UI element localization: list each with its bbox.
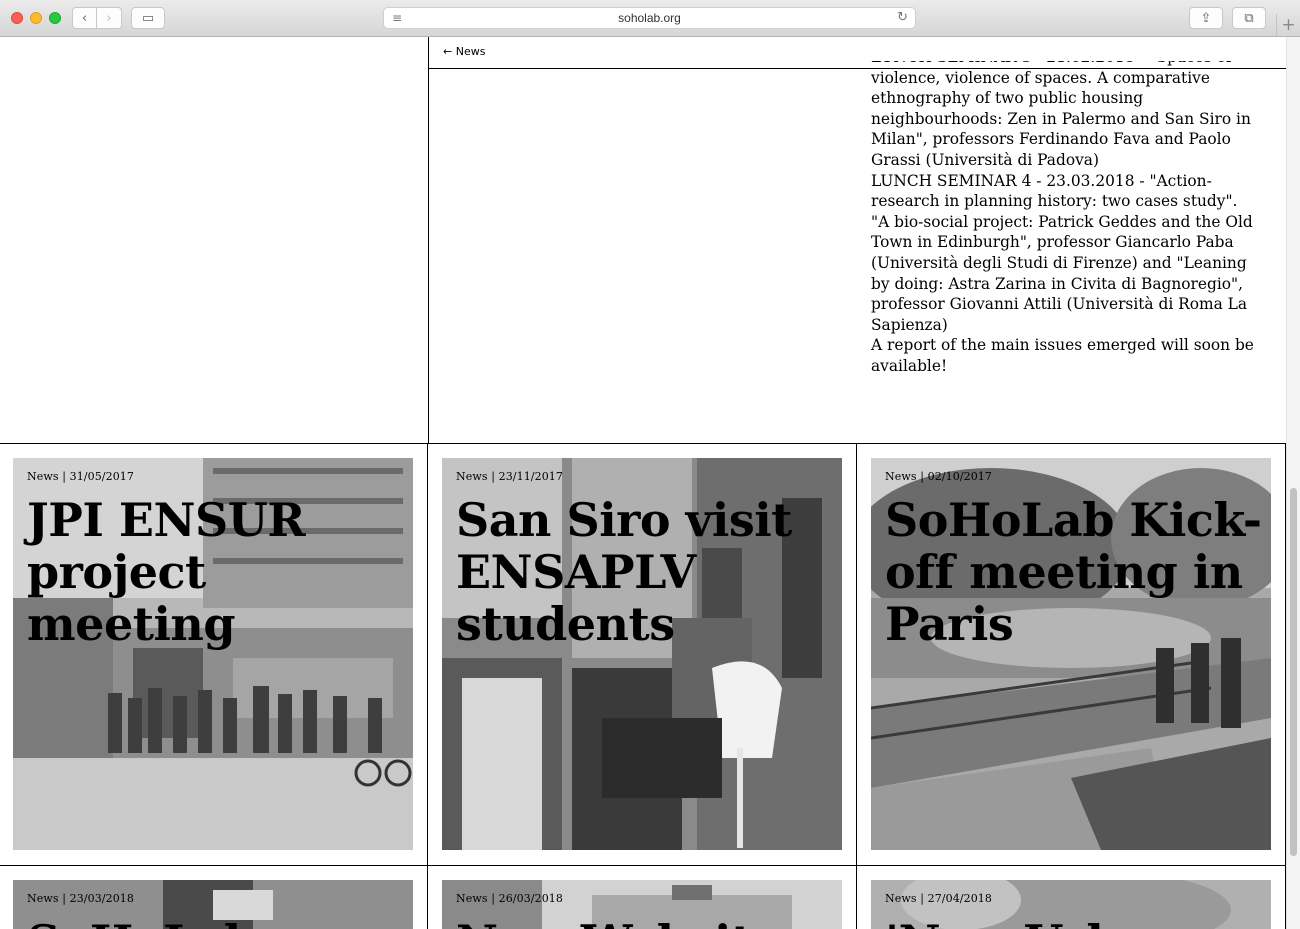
card-title[interactable]: New Website [456,916,836,929]
news-card-soholab[interactable]: News | 23/03/2018 SoHoLab [13,880,413,929]
divider [0,443,1286,444]
reload-icon[interactable]: ↻ [897,10,908,25]
card-meta: News | 31/05/2017 [27,470,134,483]
sidebar-toggle-button[interactable]: ▭ [131,7,165,29]
browser-toolbar: ‹ › ▭ ≡ soholab.org ↻ ⇪ ⧉ + [0,0,1300,37]
close-window-button[interactable] [11,12,23,24]
card-meta: News | 02/10/2017 [885,470,992,483]
url-text: soholab.org [618,11,681,25]
forward-button[interactable]: › [97,7,122,29]
back-to-news-link[interactable]: ← News [443,45,485,58]
scrollbar-thumb[interactable] [1290,488,1297,856]
card-title[interactable]: JPI ENSUR project meeting [27,494,407,650]
fullscreen-window-button[interactable] [49,12,61,24]
divider [428,37,429,443]
minimize-window-button[interactable] [30,12,42,24]
article-paragraph: A report of the main issues emerged will… [871,336,1254,375]
article-paragraph: LUNCH SEMINAR 3 - 21.02.2018 - "Spaces o… [871,61,1251,169]
show-tabs-button[interactable]: ⧉ [1232,7,1266,29]
new-tab-button[interactable]: + [1276,14,1300,36]
card-meta: News | 27/04/2018 [885,892,992,905]
share-button[interactable]: ⇪ [1189,7,1223,29]
article-body: LUNCH SEMINAR 3 - 21.02.2018 - "Spaces o… [871,61,1266,417]
card-title[interactable]: 'New Urban [885,916,1265,929]
reader-icon[interactable]: ≡ [392,11,402,25]
card-meta: News | 23/11/2017 [456,470,563,483]
sidebar-icon: ▭ [141,10,155,26]
article-paragraph: "A bio-social project: Patrick Geddes an… [871,212,1253,334]
divider [0,865,1286,866]
back-button[interactable]: ‹ [72,7,97,29]
card-title[interactable]: SoHoLab Kick-off meeting in Paris [885,494,1265,650]
news-card-new-urban[interactable]: News | 27/04/2018 'New Urban [871,880,1271,929]
news-card-san-siro-visit[interactable]: News | 23/11/2017 San Siro visit ENSAPLV… [442,458,842,850]
card-title[interactable]: San Siro visit ENSAPLV students [456,494,836,650]
divider [856,443,857,929]
article-paragraph: LUNCH SEMINAR 4 - 23.03.2018 - "Action-r… [871,171,1238,211]
address-bar[interactable]: ≡ soholab.org ↻ [383,7,916,29]
tabs-icon: ⧉ [1244,10,1254,26]
card-title[interactable]: SoHoLab [27,916,407,929]
page-content: ← News LUNCH SEMINAR 3 - 21.02.2018 - "S… [0,37,1286,929]
divider [427,443,428,929]
plus-icon: + [1281,15,1296,35]
news-card-soholab-kickoff[interactable]: News | 02/10/2017 SoHoLab Kick-off meeti… [871,458,1271,850]
card-meta: News | 23/03/2018 [27,892,134,905]
card-meta: News | 26/03/2018 [456,892,563,905]
chevron-left-icon: ‹ [81,10,88,26]
chevron-right-icon: › [106,10,112,26]
news-card-jpi-ensur[interactable]: News | 31/05/2017 JPI ENSUR project meet… [13,458,413,850]
news-card-new-website[interactable]: News | 26/03/2018 New Website [442,880,842,929]
share-icon: ⇪ [1200,10,1212,26]
